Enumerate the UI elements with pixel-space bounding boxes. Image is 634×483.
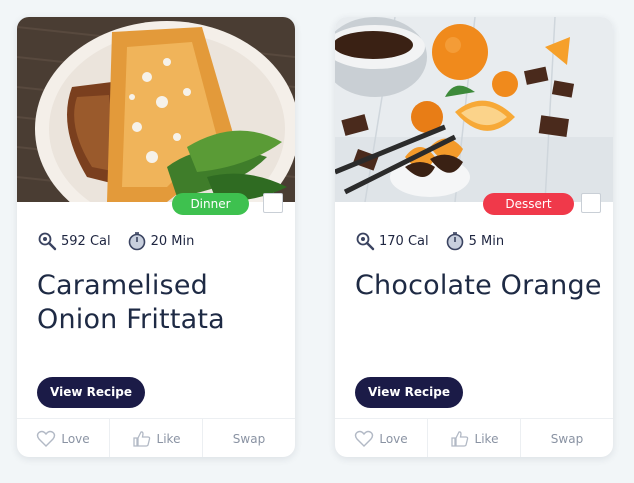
- swap-label: Swap: [232, 431, 266, 446]
- recipe-title-line: Chocolate Orange: [355, 270, 602, 301]
- love-label: Love: [379, 431, 408, 446]
- calories-value: 170 Cal: [379, 233, 429, 249]
- recipe-title-line: Onion Frittata: [37, 304, 225, 335]
- calories-icon: [356, 232, 375, 251]
- recipe-title: Caramelised Onion Frittata: [37, 269, 287, 337]
- recipe-photo[interactable]: [17, 17, 295, 202]
- recipe-photo[interactable]: [335, 17, 613, 202]
- recipe-card[interactable]: Dinner 592 Cal 20 Min Caramelised Onion …: [17, 17, 295, 457]
- time-value: 20 Min: [150, 233, 195, 249]
- view-recipe-button[interactable]: View Recipe: [37, 377, 145, 408]
- calories-value: 592 Cal: [61, 233, 111, 249]
- love-button[interactable]: Love: [335, 419, 427, 457]
- heart-icon: [355, 430, 374, 447]
- swap-button[interactable]: Swap: [202, 419, 295, 457]
- card-actions: Love Like Swap: [335, 418, 613, 457]
- recipe-title-line: Caramelised: [37, 270, 208, 301]
- thumbs-up-icon: [132, 430, 150, 447]
- select-checkbox[interactable]: [263, 193, 283, 213]
- love-label: Love: [61, 431, 90, 446]
- select-checkbox[interactable]: [581, 193, 601, 213]
- view-recipe-button[interactable]: View Recipe: [355, 377, 463, 408]
- card-actions: Love Like Swap: [17, 418, 295, 457]
- thumbs-up-icon: [450, 430, 468, 447]
- like-button[interactable]: Like: [109, 419, 202, 457]
- time-value: 5 Min: [468, 233, 505, 249]
- swap-label: Swap: [550, 431, 584, 446]
- recipe-title: Chocolate Orange: [355, 269, 605, 303]
- like-button[interactable]: Like: [427, 419, 520, 457]
- category-tag: Dinner: [172, 193, 249, 215]
- like-label: Like: [474, 431, 499, 446]
- category-tag: Dessert: [483, 193, 574, 215]
- love-button[interactable]: Love: [17, 419, 109, 457]
- calories-icon: [38, 232, 57, 251]
- like-label: Like: [156, 431, 181, 446]
- recipe-meta: 592 Cal 20 Min: [37, 231, 210, 251]
- timer-icon: [446, 232, 463, 251]
- recipe-meta: 170 Cal 5 Min: [355, 231, 520, 251]
- timer-icon: [128, 232, 145, 251]
- swap-button[interactable]: Swap: [520, 419, 613, 457]
- recipe-card[interactable]: Dessert 170 Cal 5 Min Chocolate Orange V…: [335, 17, 613, 457]
- heart-icon: [37, 430, 56, 447]
